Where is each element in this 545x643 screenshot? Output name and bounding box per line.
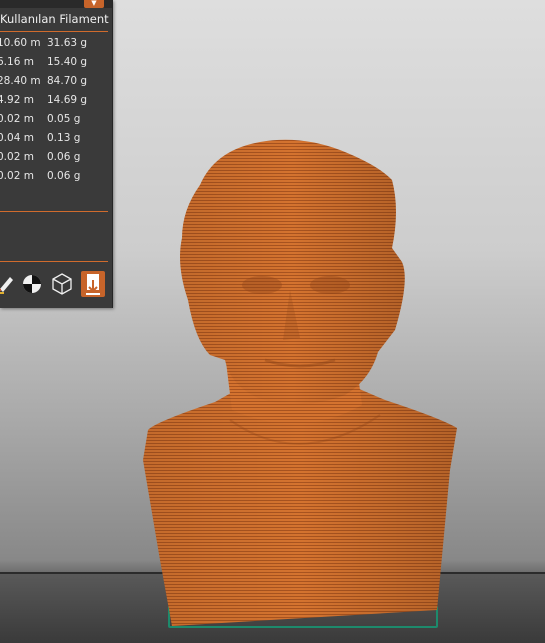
filament-length: 6.16 m xyxy=(0,56,34,68)
filament-length: 10.60 m xyxy=(0,37,41,49)
export-button[interactable] xyxy=(81,271,105,297)
view-toolbar xyxy=(0,271,108,297)
filament-weight: 0.13 g xyxy=(47,132,81,144)
header-divider xyxy=(0,31,108,32)
filament-weight: 15.40 g xyxy=(47,56,88,68)
filament-weight: 0.05 g xyxy=(47,113,81,125)
section-divider xyxy=(0,211,108,212)
filament-weight: 0.06 g xyxy=(47,151,81,163)
filament-length: 4.92 m xyxy=(0,94,34,106)
filament-weight: 31.63 g xyxy=(47,37,88,49)
filament-length: 0.02 m xyxy=(0,170,34,182)
filament-length: 0.02 m xyxy=(0,151,34,163)
toolbar-divider xyxy=(0,261,108,262)
filament-length: 28.40 m xyxy=(0,75,41,87)
edit-tool-button[interactable] xyxy=(0,271,18,297)
wireframe-cube-icon xyxy=(52,273,72,295)
collapse-panel-button[interactable]: ▼ xyxy=(84,0,104,8)
filament-length: 0.04 m xyxy=(0,132,34,144)
material-ball-icon xyxy=(23,275,41,293)
filament-weight: 0.06 g xyxy=(47,170,81,182)
material-view-button[interactable] xyxy=(20,271,44,297)
filament-weight: 14.69 g xyxy=(47,94,88,106)
chevron-down-icon: ▼ xyxy=(91,0,97,7)
filament-length: 0.02 m xyxy=(0,113,34,125)
filament-stats-panel: ▼ Kullanılan Filament 10.60 m 31.63 g 6.1… xyxy=(0,0,113,308)
wireframe-view-button[interactable] xyxy=(50,271,74,297)
edit-tool-icon xyxy=(0,277,13,294)
filament-weight: 84.70 g xyxy=(47,75,88,87)
filament-used-header: Kullanılan Filament xyxy=(0,12,109,26)
export-icon xyxy=(86,274,100,295)
